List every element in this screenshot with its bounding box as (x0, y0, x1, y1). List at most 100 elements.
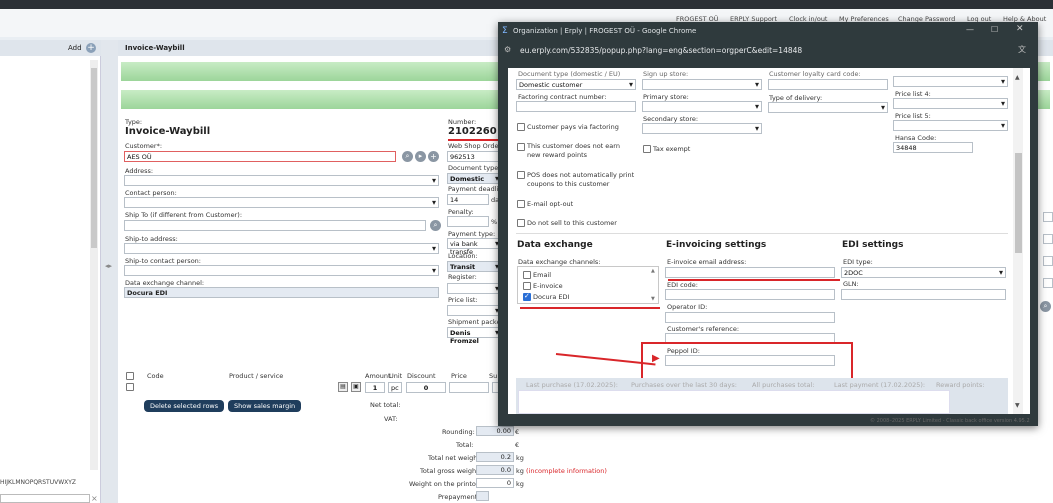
edi-code-input[interactable] (665, 289, 835, 300)
scroll-down-icon[interactable]: ▼ (1015, 402, 1020, 409)
tax-exempt-checkbox[interactable] (643, 145, 651, 153)
shipto-contact-select[interactable] (124, 265, 439, 276)
translate-icon[interactable]: 文 (1018, 44, 1026, 55)
minimize-icon[interactable]: — (966, 25, 974, 34)
col-price: Price (451, 372, 467, 380)
no-sell-checkbox[interactable] (517, 219, 525, 227)
image-icon[interactable]: ▣ (351, 382, 361, 392)
popup-url[interactable]: eu.erply.com/532835/popup.php?lang=eng&s… (520, 46, 802, 55)
dx-einvoice-checkbox[interactable] (523, 282, 531, 290)
customer-input[interactable] (124, 151, 396, 162)
primary-store-select[interactable] (642, 101, 762, 112)
alphabet-filter[interactable]: HIJKLMNOPQRSTUVWXYZ (0, 479, 76, 486)
clear-icon[interactable]: × (91, 494, 98, 503)
loyalty-card-input[interactable] (768, 79, 888, 90)
calculator-icon[interactable]: ▤ (338, 382, 348, 392)
add-icon[interactable]: + (86, 43, 96, 53)
payment-type-select[interactable]: via bank transfe (447, 238, 502, 256)
col-unit: Unit (389, 372, 403, 380)
row-unit-input[interactable] (388, 382, 402, 393)
gln-input[interactable] (841, 289, 1006, 300)
dx-email-checkbox[interactable] (523, 271, 531, 279)
rounding-value[interactable]: 0.00 (476, 426, 514, 436)
shipto-input[interactable] (124, 220, 426, 231)
shipment-label: Shipment packed (448, 318, 505, 326)
list-scroll-up-icon[interactable]: ▲ (651, 268, 655, 274)
scroll-up-icon[interactable]: ▲ (1015, 74, 1020, 81)
net-weight-value[interactable]: 0.2 (476, 452, 514, 462)
add-customer-icon[interactable]: + (428, 151, 439, 162)
printout-weight-value[interactable]: 0 (476, 478, 514, 488)
edi-code-label: EDI code: (667, 281, 698, 289)
stat-last-purchase: Last purchase (17.02.2025): (526, 381, 618, 389)
payment-deadline-input[interactable] (447, 194, 489, 205)
delivery-type-select[interactable] (768, 102, 888, 113)
add-label[interactable]: Add (68, 44, 82, 52)
doc-type-cut-label: Document type (domestic / EU) (518, 70, 621, 78)
splitter[interactable] (101, 40, 118, 503)
location-select[interactable]: Transit (447, 261, 502, 272)
shipment-select[interactable]: Denis Fromzel (447, 327, 502, 345)
secondary-store-select[interactable] (642, 123, 762, 134)
type-label: Type: (125, 118, 143, 126)
next-icon[interactable]: ▸ (415, 151, 426, 162)
pricelist5-select[interactable] (893, 120, 1008, 131)
signup-store-select[interactable] (642, 79, 762, 90)
gross-weight-value[interactable]: 0.0 (476, 465, 514, 475)
webshop-input[interactable] (447, 151, 502, 162)
popup-scroll-thumb[interactable] (1015, 153, 1022, 253)
factoring-input[interactable] (516, 101, 636, 112)
customer-type-select[interactable]: Domestic customer (516, 79, 636, 90)
maximize-icon[interactable]: ☐ (991, 25, 998, 34)
col-amount: Amount (365, 372, 391, 380)
webshop-label: Web Shop Order (448, 142, 502, 150)
contact-select[interactable] (124, 197, 439, 208)
row-amount-input[interactable] (365, 382, 385, 393)
site-settings-icon[interactable]: ⚙ (504, 45, 511, 54)
select-all-checkbox[interactable] (126, 372, 134, 380)
penalty-input[interactable] (447, 216, 489, 227)
address-select[interactable] (124, 175, 439, 186)
rounding-euro: € (515, 428, 520, 436)
einv-email-label: E-invoice email address: (667, 258, 747, 266)
right-select-2[interactable] (1043, 234, 1053, 244)
row-discount-input[interactable] (406, 382, 446, 393)
search-icon[interactable]: ⌕ (402, 151, 413, 162)
noearn-checkbox[interactable] (517, 143, 525, 151)
row-price-input[interactable] (449, 382, 489, 393)
right-select-3[interactable] (1043, 256, 1053, 266)
pricelist-select[interactable] (447, 305, 502, 316)
delete-rows-button[interactable]: Delete selected rows (144, 400, 225, 412)
left-search-input[interactable] (0, 494, 90, 503)
no-sell-label: Do not sell to this customer (527, 219, 617, 227)
factoring-checkbox[interactable] (517, 123, 525, 131)
edi-type-select[interactable]: 2DOC (841, 267, 1006, 278)
loyalty-card-label: Customer loyalty card code: (769, 70, 861, 78)
delivery-type-label: Type of delivery: (769, 94, 823, 102)
splitter-grip-icon[interactable]: ◂▸ (105, 262, 112, 270)
operator-input[interactable] (665, 312, 835, 323)
shipto-search-icon[interactable]: ⌕ (430, 220, 441, 231)
shipto-label: Ship To (if different from Customer): (125, 211, 243, 219)
shipto-address-select[interactable] (124, 243, 439, 254)
pricelist4-select[interactable] (893, 98, 1008, 109)
einv-email-input[interactable] (665, 267, 835, 278)
row-checkbox[interactable] (126, 383, 134, 391)
show-margin-button[interactable]: Show sales margin (228, 400, 302, 412)
location-label: Location: (448, 252, 478, 260)
pos-coupon-checkbox[interactable] (517, 171, 525, 179)
left-scroll-thumb[interactable] (91, 68, 97, 248)
close-icon[interactable]: ✕ (1016, 24, 1024, 34)
right-search-icon[interactable]: ⌕ (1040, 301, 1051, 312)
right-select-4[interactable] (1043, 278, 1053, 288)
right-select-1[interactable] (1043, 212, 1053, 222)
doctype-select[interactable]: Domestic (447, 173, 502, 184)
stat-purchases-30: Purchases over the last 30 days: (631, 381, 737, 389)
email-optout-checkbox[interactable] (517, 200, 525, 208)
register-select[interactable] (447, 283, 502, 294)
prepayment-input[interactable] (476, 491, 489, 501)
list-scroll-down-icon[interactable]: ▼ (651, 296, 655, 302)
hansa-input[interactable] (893, 142, 973, 153)
pricelist3-select[interactable] (893, 76, 1008, 87)
dx-docura-checkbox[interactable] (523, 292, 531, 301)
